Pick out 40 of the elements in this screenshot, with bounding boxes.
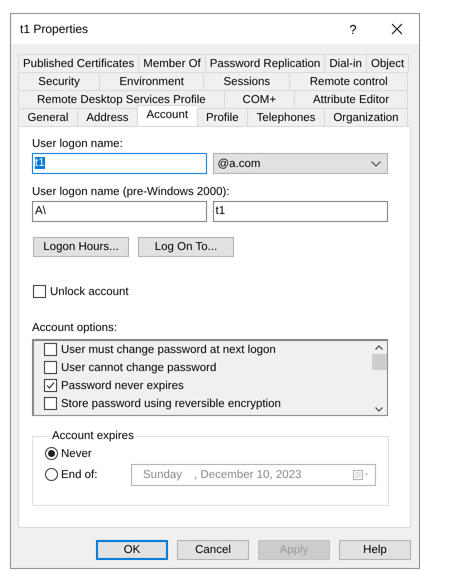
tab[interactable]: Address — [76, 108, 138, 126]
tab[interactable]: Password Replication — [204, 54, 324, 72]
radio-option[interactable]: End of: — [45, 468, 107, 481]
dialog-button[interactable]: OK — [96, 540, 168, 560]
option-item[interactable]: Password never expires — [44, 379, 371, 392]
option-item[interactable]: Store password using reversible encryption — [44, 397, 371, 410]
window-title: t1 Properties — [20, 22, 90, 36]
tab[interactable]: Sessions — [203, 72, 290, 90]
tab[interactable]: Telephones — [247, 108, 324, 126]
tab[interactable]: Organization — [324, 108, 408, 126]
field-label: User logon name (pre-Windows 2000): — [32, 186, 231, 198]
dialog-button[interactable]: Help — [339, 540, 411, 560]
dialog-button[interactable]: Logon Hours... — [33, 237, 129, 257]
tab[interactable]: Attribute Editor — [294, 90, 408, 108]
tab[interactable]: COM+ — [224, 90, 294, 108]
logon-name-field[interactable]: t1 — [32, 153, 206, 174]
logon-name-field[interactable]: t1 — [212, 201, 388, 222]
option-item[interactable]: User must change password at next logon — [44, 343, 371, 356]
tab[interactable]: Dial-in — [324, 54, 366, 72]
option-item[interactable]: User cannot change password — [44, 361, 371, 374]
tab[interactable]: Remote control — [289, 72, 408, 90]
domain-prefix-field[interactable]: A\ — [32, 201, 206, 222]
tab[interactable]: Account — [137, 105, 197, 126]
field-label: User logon name: — [32, 138, 124, 150]
tab[interactable]: Environment — [99, 72, 204, 90]
unlock-checkbox[interactable]: Unlock account — [33, 285, 388, 298]
domain-dropdown[interactable]: @a.com — [212, 153, 388, 174]
tab[interactable]: Published Certificates — [18, 54, 138, 72]
tab[interactable]: Object — [366, 54, 410, 72]
radio-option[interactable]: Never — [45, 447, 107, 460]
help-button[interactable]: ? — [331, 14, 375, 44]
tab[interactable]: General — [18, 108, 77, 126]
tab[interactable]: Profile — [196, 108, 248, 126]
dialog-button[interactable]: Cancel — [177, 540, 249, 560]
group-title: Account expires — [51, 430, 135, 442]
tab[interactable]: Security — [18, 72, 100, 90]
field-label: Account options: — [32, 322, 118, 334]
tab[interactable]: Remote Desktop Services Profile — [18, 90, 224, 108]
dialog-button[interactable]: Log On To... — [138, 237, 234, 257]
tab[interactable]: Member Of — [138, 54, 205, 72]
